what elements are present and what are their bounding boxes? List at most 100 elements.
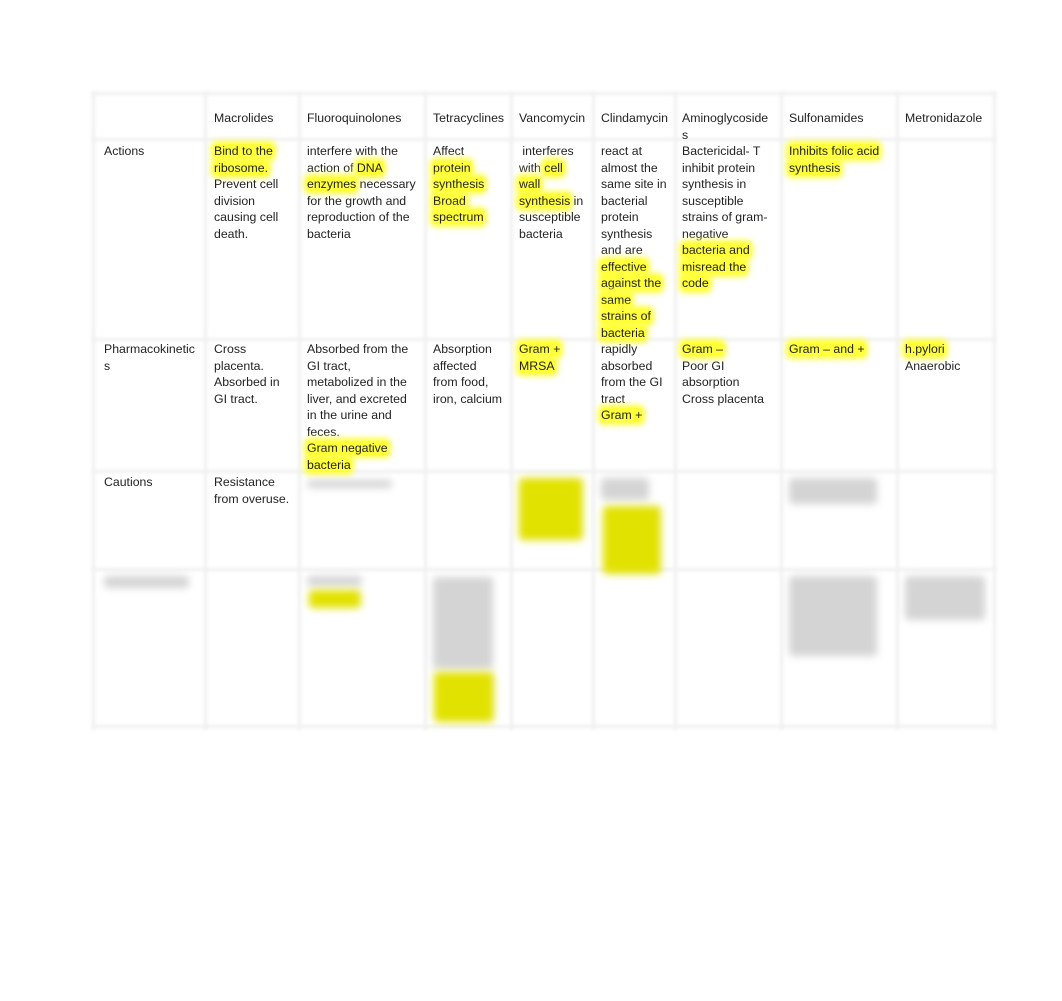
cell-line: bacteria xyxy=(601,325,667,342)
table-border xyxy=(92,92,95,730)
cell-line: from overuse. xyxy=(214,491,289,508)
cell-line: protein xyxy=(601,209,667,226)
cell-text: feces. xyxy=(307,424,340,439)
table-cell: interferes with cell wall synthesis in susce… xyxy=(519,143,583,242)
cell-line: placenta. xyxy=(214,358,280,375)
cell-line: effective xyxy=(601,259,667,276)
obscured-text xyxy=(789,478,877,504)
column-header: Metronidazole xyxy=(905,111,983,125)
table-cell: Gram – Poor GI absorption Cross placenta xyxy=(682,341,764,407)
obscured-highlight xyxy=(603,506,661,574)
cell-line: bacteria xyxy=(307,226,416,243)
table-border xyxy=(592,92,595,730)
highlighted-text: synthesis xyxy=(519,193,571,208)
cell-text: bacteria xyxy=(307,226,351,241)
cell-line: synthesis in xyxy=(519,193,583,210)
table-cell: Bactericidal- T inhibit protein synthesis … xyxy=(682,143,767,292)
obscured-highlight xyxy=(519,478,583,540)
cell-text: negative xyxy=(682,226,729,241)
column-header: Vancomycin xyxy=(519,111,586,125)
cell-line: iron, calcium xyxy=(433,391,502,408)
cell-line: Affect xyxy=(433,143,484,160)
cell-text: same site in xyxy=(601,177,667,191)
cell-line: Absorption xyxy=(433,341,502,358)
table-cell: Gram – and + xyxy=(789,341,865,358)
cell-line: negative xyxy=(682,226,767,243)
table-cell: Absorbed from the GI tract, metabolized in… xyxy=(307,341,408,473)
cell-text: protein xyxy=(601,210,639,224)
cell-text: Resistance xyxy=(214,475,275,489)
cell-line: bacterial xyxy=(601,193,667,210)
table-border xyxy=(674,92,677,730)
table-cell: react at almost the same site in bacterial p… xyxy=(601,143,667,341)
cell-line: same site in xyxy=(601,176,667,193)
cell-line: Inhibits folic acid xyxy=(789,143,880,160)
cell-line: spectrum xyxy=(433,209,484,226)
obscured-text xyxy=(789,576,877,656)
table-border xyxy=(896,92,899,730)
cell-line: bacteria xyxy=(307,457,408,474)
cell-line: bacteria and xyxy=(682,242,767,259)
table-cell: Bind to the ribosome. Prevent cell division… xyxy=(214,143,278,242)
row-label-text: Pharmacokinetic xyxy=(104,342,195,356)
row-label-text: Actions xyxy=(104,144,145,158)
table-border xyxy=(92,92,996,95)
obscured-highlight xyxy=(434,672,494,722)
cell-line: tract xyxy=(601,391,663,408)
cell-line: Cross placenta xyxy=(682,391,764,408)
cell-line: misread the xyxy=(682,259,767,276)
cell-line: Broad xyxy=(433,193,484,210)
cell-line: reproduction of the xyxy=(307,209,416,226)
cell-line: GI tract. xyxy=(214,391,280,408)
cell-text: almost the xyxy=(601,160,658,175)
cell-text: action of xyxy=(307,160,357,175)
cell-text: Anaerobic xyxy=(905,358,961,373)
header-text: Aminoglycoside xyxy=(682,111,769,125)
cell-line: absorbed xyxy=(601,358,663,375)
cell-line: enzymes necessary xyxy=(307,176,416,193)
cell-line: division xyxy=(214,193,278,210)
cell-text: causing cell xyxy=(214,210,279,224)
table-border xyxy=(510,92,513,730)
cell-line: Resistance xyxy=(214,474,289,491)
table-cell: h.pylori Anaerobic xyxy=(905,341,960,374)
highlighted-text: synthesis xyxy=(433,177,485,191)
cell-line: react at xyxy=(601,143,667,160)
highlighted-text: bacteria xyxy=(601,325,645,340)
highlighted-text: against the xyxy=(601,276,662,290)
cell-line: with cell xyxy=(519,160,583,177)
cell-line: causing cell xyxy=(214,209,278,226)
table-cell: rapidly absorbed from the GI tract Gram + xyxy=(601,341,663,424)
cell-text: tract xyxy=(601,391,625,406)
cell-line: MRSA xyxy=(519,358,560,375)
cell-line: death. xyxy=(214,226,278,243)
cell-line: Poor GI xyxy=(682,358,764,375)
cell-text: from overuse. xyxy=(214,491,290,506)
table-border xyxy=(298,92,301,730)
highlighted-text: Gram – xyxy=(682,342,723,356)
table-border xyxy=(92,725,996,728)
table-cell: Cross placenta. Absorbed in GI tract. xyxy=(214,341,280,407)
cell-text: and are xyxy=(601,243,643,257)
cell-text: GI tract, xyxy=(307,358,351,373)
obscured-text xyxy=(307,480,392,488)
row-label: Cautions xyxy=(104,474,153,491)
cell-line: susceptible xyxy=(682,193,767,210)
cell-text: bacterial xyxy=(601,193,648,208)
table-cell: Inhibits folic acid synthesis xyxy=(789,143,880,176)
cell-line: strains of gram- xyxy=(682,209,767,226)
cell-text: division xyxy=(214,193,256,208)
cell-line: for the growth and xyxy=(307,193,416,210)
highlighted-text: effective xyxy=(601,259,647,274)
highlighted-text: misread the xyxy=(682,259,747,274)
cell-line: synthesis xyxy=(433,176,485,193)
highlighted-text: Inhibits folic acid xyxy=(789,144,880,158)
cell-line: synthesis in xyxy=(682,176,767,193)
column-header: Aminoglycoside s xyxy=(682,110,768,143)
highlighted-text: cell xyxy=(544,160,563,175)
cell-line: Gram – and + xyxy=(789,341,865,358)
highlighted-text: h.pylori xyxy=(905,342,945,356)
cell-line: interfere with the xyxy=(307,143,416,160)
highlighted-text: MRSA xyxy=(519,358,555,373)
cell-line: metabolized in the xyxy=(307,374,408,391)
